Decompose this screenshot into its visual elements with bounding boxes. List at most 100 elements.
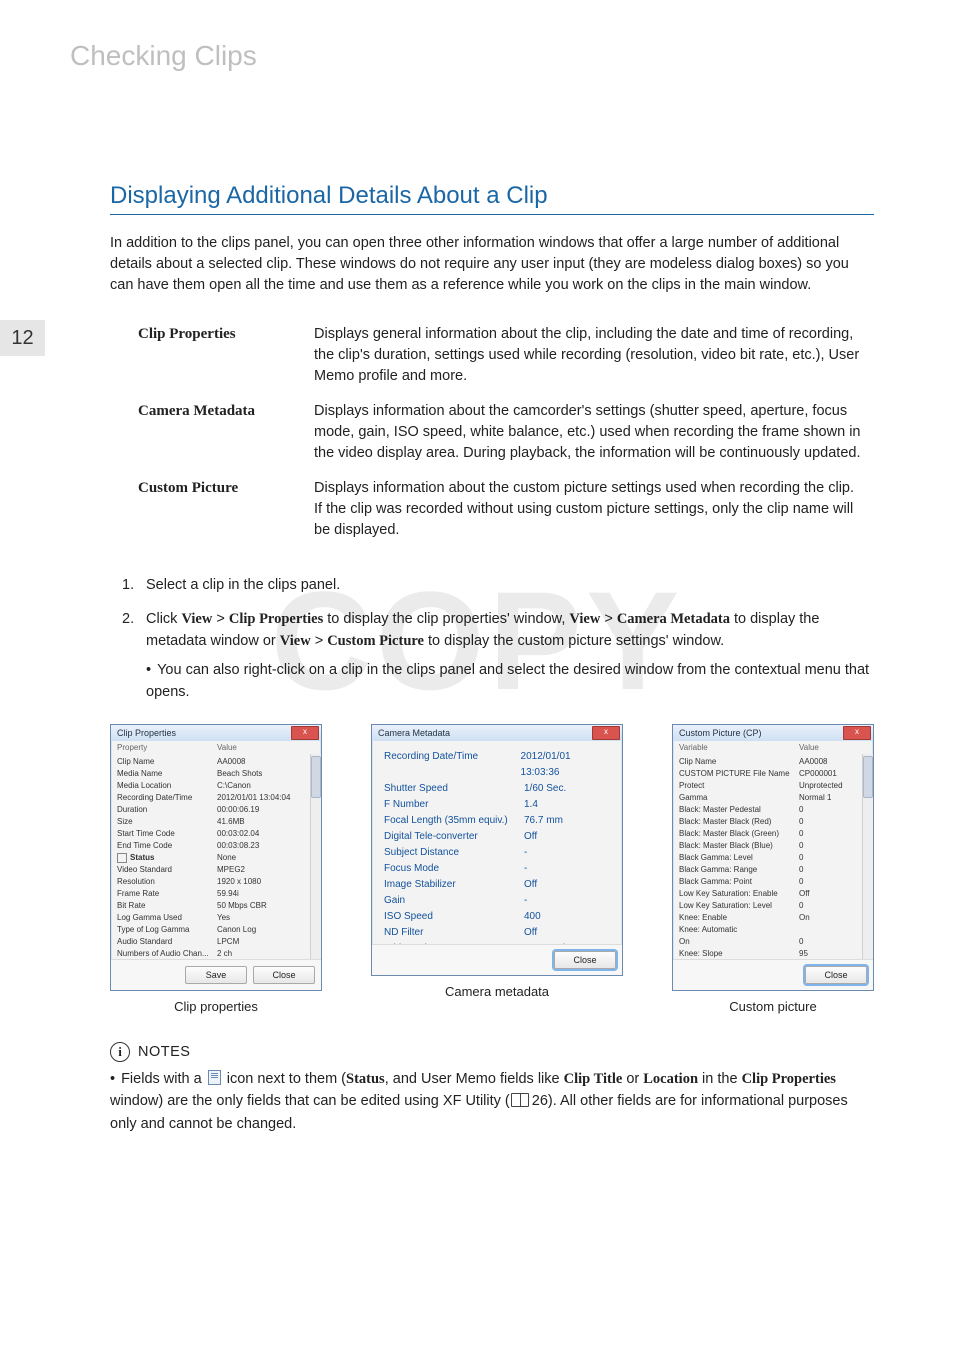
- variable-name: Low Key Saturation: Level: [679, 900, 799, 912]
- scroll-thumb[interactable]: [863, 756, 873, 798]
- metadata-name: Focal Length (35mm equiv.): [384, 813, 524, 829]
- variable-row: Black: Master Black (Red)0: [679, 816, 871, 828]
- variable-name: Black: Master Black (Red): [679, 816, 799, 828]
- variable-row: Low Key Saturation: Level0: [679, 900, 871, 912]
- close-icon[interactable]: x: [291, 726, 319, 740]
- text: >: [311, 633, 328, 649]
- footer: Save Close: [111, 959, 321, 990]
- variable-name: On: [679, 936, 799, 948]
- property-name: Size: [117, 816, 217, 828]
- variable-value: 0: [799, 900, 803, 912]
- page-number: 12: [11, 327, 33, 350]
- property-row: Type of Log GammaCanon Log: [117, 924, 319, 936]
- property-name: End Time Code: [117, 840, 217, 852]
- metadata-name: Subject Distance: [384, 845, 524, 861]
- close-button[interactable]: Close: [554, 951, 616, 969]
- property-name: Audio Standard: [117, 936, 217, 948]
- variable-value: Unprotected: [799, 780, 843, 792]
- col-variable: Variable: [679, 743, 799, 752]
- metadata-content: Recording Date/Time2012/01/01 13:03:36Sh…: [372, 741, 622, 944]
- property-value: 2 ch: [217, 948, 232, 959]
- property-value: 00:03:02.04: [217, 828, 259, 840]
- custom-picture-content: Clip NameAA0008CUSTOM PICTURE File NameC…: [673, 754, 873, 959]
- property-name: Start Time Code: [117, 828, 217, 840]
- variable-name: Knee: Enable: [679, 912, 799, 924]
- metadata-name: ISO Speed: [384, 909, 524, 925]
- variable-value: AA0008: [799, 756, 827, 768]
- metadata-name: F Number: [384, 797, 524, 813]
- steps-list: 1. Select a clip in the clips panel. 2. …: [122, 575, 874, 704]
- step-body: Select a clip in the clips panel.: [146, 575, 874, 597]
- property-value: 00:00:06.19: [217, 804, 259, 816]
- close-button[interactable]: Close: [253, 966, 315, 984]
- property-row: Video StandardMPEG2: [117, 864, 319, 876]
- metadata-value: Off: [524, 877, 537, 893]
- variable-row: Black Gamma: Level0: [679, 852, 871, 864]
- property-name: Video Standard: [117, 864, 217, 876]
- metadata-value: Off: [524, 925, 537, 941]
- property-value: 59.94i: [217, 888, 239, 900]
- variable-value: Normal 1: [799, 792, 831, 804]
- property-name: Status: [117, 852, 217, 864]
- scrollbar[interactable]: [862, 754, 873, 959]
- metadata-name: Image Stabilizer: [384, 877, 524, 893]
- variable-name: Protect: [679, 780, 799, 792]
- menu-path: View: [280, 633, 311, 649]
- metadata-value: Off: [524, 829, 537, 845]
- scrollbar[interactable]: [310, 754, 321, 959]
- titlebar: Camera Metadata x: [372, 725, 622, 741]
- property-row: Numbers of Audio Chan...2 ch: [117, 948, 319, 959]
- variable-name: Black: Master Black (Blue): [679, 840, 799, 852]
- definition-term: Custom Picture: [130, 472, 304, 547]
- close-icon[interactable]: x: [592, 726, 620, 740]
- titlebar: Custom Picture (CP) x: [673, 725, 873, 741]
- variable-name: Clip Name: [679, 756, 799, 768]
- property-name: Duration: [117, 804, 217, 816]
- metadata-value: 1.4: [524, 797, 538, 813]
- intro-paragraph: In addition to the clips panel, you can …: [110, 233, 874, 296]
- property-row: Size41.6MB: [117, 816, 319, 828]
- scroll-thumb[interactable]: [311, 756, 321, 798]
- caption: Clip properties: [174, 999, 258, 1014]
- property-name: Recording Date/Time: [117, 792, 217, 804]
- definition-row: Camera Metadata Displays information abo…: [130, 395, 872, 470]
- text: You can also right-click on a clip in th…: [146, 662, 869, 700]
- property-row: Clip NameAA0008: [117, 756, 319, 768]
- variable-value: CP000001: [799, 768, 837, 780]
- close-button[interactable]: Close: [805, 966, 867, 984]
- variable-row: Black: Master Black (Green)0: [679, 828, 871, 840]
- property-value: LPCM: [217, 936, 239, 948]
- bullet-icon: •: [110, 1071, 115, 1087]
- metadata-row: White BalanceOne Push: [384, 941, 610, 944]
- variable-row: Clip NameAA0008: [679, 756, 871, 768]
- metadata-value: 1/60 Sec.: [524, 781, 566, 797]
- camera-metadata-column: Camera Metadata x Recording Date/Time201…: [371, 724, 623, 999]
- definition-desc: Displays information about the custom pi…: [306, 472, 872, 547]
- metadata-name: ND Filter: [384, 925, 524, 941]
- menu-path: Custom Picture: [327, 633, 424, 649]
- column-headers: Property Value: [111, 741, 321, 754]
- close-icon[interactable]: x: [843, 726, 871, 740]
- metadata-value: -: [524, 861, 527, 877]
- property-name: Clip Name: [117, 756, 217, 768]
- text: Click: [146, 611, 181, 627]
- variable-value: 95: [799, 948, 808, 959]
- property-name: Numbers of Audio Chan...: [117, 948, 217, 959]
- property-value: 50 Mbps CBR: [217, 900, 267, 912]
- metadata-row: Subject Distance-: [384, 845, 610, 861]
- metadata-value: -: [524, 845, 527, 861]
- property-value: 00:03:08.23: [217, 840, 259, 852]
- metadata-name: White Balance: [384, 941, 524, 944]
- property-row: Audio StandardLPCM: [117, 936, 319, 948]
- variable-name: Black Gamma: Point: [679, 876, 799, 888]
- variable-name: Low Key Saturation: Enable: [679, 888, 799, 900]
- save-button[interactable]: Save: [185, 966, 247, 984]
- column-headers: Variable Value: [673, 741, 873, 754]
- col-property: Property: [117, 743, 217, 752]
- property-row: Resolution1920 x 1080: [117, 876, 319, 888]
- text: , and User Memo fields like: [385, 1071, 564, 1087]
- metadata-row: Digital Tele-converterOff: [384, 829, 610, 845]
- property-value: Beach Shots: [217, 768, 262, 780]
- definition-list: Clip Properties Displays general informa…: [128, 316, 874, 549]
- col-value: Value: [217, 743, 237, 752]
